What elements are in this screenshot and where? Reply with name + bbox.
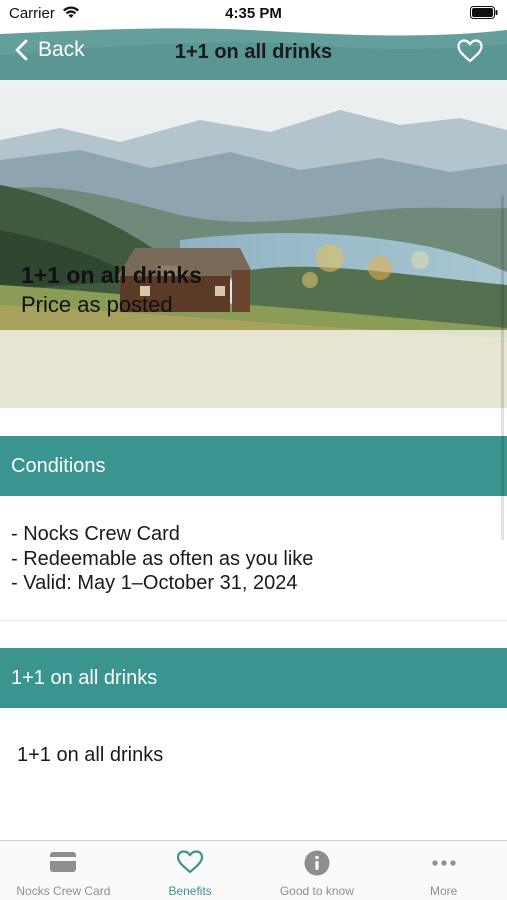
divider xyxy=(0,620,507,621)
offer-title: 1+1 on all drinks xyxy=(21,262,202,288)
more-icon xyxy=(432,860,456,866)
conditions-header: Conditions xyxy=(0,436,507,496)
tab-bar: Nocks Crew Card Benefits Good to know Mo… xyxy=(0,840,507,900)
tab-more[interactable]: More xyxy=(380,841,507,900)
conditions-list: - Nocks Crew Card - Redeemable as often … xyxy=(11,522,313,596)
heart-outline-icon[interactable] xyxy=(457,39,483,63)
chevron-left-icon xyxy=(15,39,28,61)
scroll-indicator[interactable] xyxy=(501,195,504,540)
tab-nocks-crew-card[interactable]: Nocks Crew Card xyxy=(0,841,127,900)
details-header: 1+1 on all drinks xyxy=(0,648,507,708)
hero-caption-overlay xyxy=(0,330,507,408)
list-item: - Nocks Crew Card xyxy=(11,523,180,545)
back-button[interactable]: Back xyxy=(14,38,85,62)
card-icon xyxy=(50,852,77,872)
tab-label: More xyxy=(429,884,458,898)
back-button-label: Back xyxy=(38,38,85,61)
clock: 4:35 PM xyxy=(225,5,282,22)
tab-benefits[interactable]: Benefits xyxy=(127,841,254,900)
tab-label: Benefits xyxy=(168,884,212,898)
details-body: 1+1 on all drinks xyxy=(17,744,164,766)
hero-image xyxy=(0,80,507,408)
tab-label: Good to know xyxy=(279,884,354,898)
tab-good-to-know[interactable]: Good to know xyxy=(254,841,381,900)
info-icon xyxy=(304,850,330,876)
status-bar: Carrier 4:35 PM xyxy=(0,0,507,28)
offer-price: Price as posted xyxy=(21,292,173,317)
heart-icon xyxy=(177,850,204,874)
app-header: Carrier 4:35 PM Back 1+1 on all drinks xyxy=(0,0,507,80)
battery-icon xyxy=(470,6,498,19)
list-item: - Redeemable as often as you like xyxy=(11,547,314,570)
tab-label: Nocks Crew Card xyxy=(16,884,111,898)
navigation-bar: Back 1+1 on all drinks xyxy=(0,28,507,78)
list-item: - Valid: May 1–October 31, 2024 xyxy=(11,572,298,594)
